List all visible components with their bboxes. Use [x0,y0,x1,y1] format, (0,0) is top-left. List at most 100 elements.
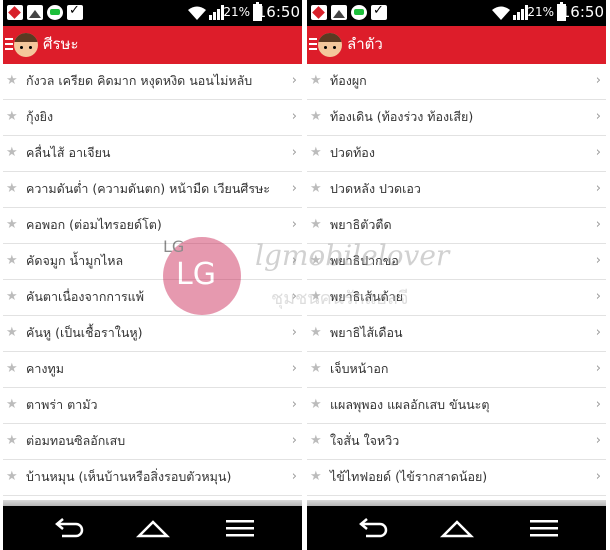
wifi-icon [188,6,206,20]
star-icon[interactable]: ★ [310,361,322,377]
list-item-label: ปวดท้อง [330,145,375,160]
home-icon[interactable] [439,514,475,542]
star-icon[interactable]: ★ [310,73,322,89]
wifi-icon [492,6,510,20]
list-item[interactable]: ★ คอพอก (ต่อมไทรอยด์โต) › [3,208,302,244]
star-icon[interactable]: ★ [6,253,18,269]
avatar[interactable] [318,33,342,57]
list-item[interactable]: ★ ไข้ไทฟอยด์ (ไข้รากสาดน้อย) › [307,460,606,496]
list-item[interactable]: ★ ใจสั่น ใจหวิว › [307,424,606,460]
list-item-label: แผลพุพอง แผลอักเสบ ขันนะตุ [330,397,490,412]
list-item[interactable]: ★ พยาธิตัวตืด › [307,208,606,244]
list-item[interactable]: ★ ท้องผูก › [307,64,606,100]
chevron-right-icon: › [595,217,601,232]
list-item[interactable]: ★ คัดจมูก น้ำมูกไหล › [3,244,302,280]
list-item[interactable]: ★ กุ้งยิง › [3,100,302,136]
clock: 16:50 [256,3,300,21]
avatar[interactable] [14,33,38,57]
navigation-bar [307,506,606,550]
list-item[interactable]: ★ แผลพุพอง แผลอักเสบ ขันนะตุ › [307,388,606,424]
list-item[interactable]: ★ ตาพร่า ตามัว › [3,388,302,424]
star-icon[interactable]: ★ [310,397,322,413]
list-item[interactable]: ★ บ้านหมุน (เห็นบ้านหรือสิ่งรอบตัวหมุน) › [3,460,302,496]
star-icon[interactable]: ★ [310,289,322,305]
menu-icon[interactable] [222,514,258,542]
battery-percent: 21% [527,5,554,19]
star-icon[interactable]: ★ [6,361,18,377]
list-item[interactable]: ★ คางทูม › [3,352,302,388]
chevron-right-icon: › [595,145,601,160]
chevron-right-icon: › [595,325,601,340]
symptom-list: ★ กังวล เครียด คิดมาก หงุดหงิด นอนไม่หลับ… [3,64,302,496]
back-icon[interactable] [354,514,390,542]
star-icon[interactable]: ★ [6,433,18,449]
chevron-right-icon: › [291,433,297,448]
hamburger-icon[interactable] [5,38,13,50]
list-item[interactable]: ★ พยาธิเส้นด้าย › [307,280,606,316]
app-bar: ศีรษะ [3,26,302,64]
page-title: ศีรษะ [43,35,79,53]
chevron-right-icon: › [595,253,601,268]
notification-check-icon [371,3,387,20]
list-item-label: กังวล เครียด คิดมาก หงุดหงิด นอนไม่หลับ [26,73,253,88]
star-icon[interactable]: ★ [6,181,18,197]
app-bar: ลำตัว [307,26,606,64]
list-item[interactable]: ★ คันหู (เป็นเชื้อราในหู) › [3,316,302,352]
list-item[interactable]: ★ ปวดหลัง ปวดเอว › [307,172,606,208]
list-item-label: บ้านหมุน (เห็นบ้านหรือสิ่งรอบตัวหมุน) [26,469,232,484]
star-icon[interactable]: ★ [310,253,322,269]
battery-percent: 21% [223,5,250,19]
list-item-label: พยาธิไส้เดือน [330,325,403,340]
list-item[interactable]: ★ เจ็บหน้าอก › [307,352,606,388]
chevron-right-icon: › [291,217,297,232]
notification-app-icon [311,5,327,20]
star-icon[interactable]: ★ [6,109,18,125]
star-icon[interactable]: ★ [6,469,18,485]
list-item-label: พยาธิตัวตืด [330,217,392,232]
page-title: ลำตัว [347,35,383,53]
list-item[interactable]: ★ คลื่นไส้ อาเจียน › [3,136,302,172]
chevron-right-icon: › [291,325,297,340]
list-item-label: คัดจมูก น้ำมูกไหล [26,253,124,268]
notification-app-icon [7,5,23,20]
star-icon[interactable]: ★ [310,217,322,233]
chevron-right-icon: › [595,361,601,376]
home-icon[interactable] [135,514,171,542]
clock: 16:50 [560,3,604,21]
list-item[interactable]: ★ ความดันต่ำ (ความดันตก) หน้ามืด เวียนศีร… [3,172,302,208]
star-icon[interactable]: ★ [310,325,322,341]
status-bar: 21% 16:50 [307,0,606,26]
notification-chat-icon [47,5,63,20]
menu-icon[interactable] [526,514,562,542]
list-item[interactable]: ★ ท้องเดิน (ท้องร่วง ท้องเสีย) › [307,100,606,136]
list-item[interactable]: ★ กังวล เครียด คิดมาก หงุดหงิด นอนไม่หลับ… [3,64,302,100]
notification-check-icon [67,3,83,20]
notification-image-icon [27,5,43,20]
signal-icon [209,5,224,20]
list-item-label: ความดันต่ำ (ความดันตก) หน้ามืด เวียนศีรษ… [26,181,271,196]
chevron-right-icon: › [595,181,601,196]
star-icon[interactable]: ★ [310,433,322,449]
list-item[interactable]: ★ คันตาเนื่องจากการแพ้ › [3,280,302,316]
list-item[interactable]: ★ พยาธิไส้เดือน › [307,316,606,352]
list-item[interactable]: ★ ปวดท้อง › [307,136,606,172]
chevron-right-icon: › [291,109,297,124]
star-icon[interactable]: ★ [6,217,18,233]
list-item[interactable]: ★ ต่อมทอนซิลอักเสบ › [3,424,302,460]
list-item-label: ตาพร่า ตามัว [26,397,98,412]
back-icon[interactable] [50,514,86,542]
star-icon[interactable]: ★ [6,145,18,161]
hamburger-icon[interactable] [309,38,317,50]
star-icon[interactable]: ★ [6,325,18,341]
star-icon[interactable]: ★ [310,469,322,485]
chevron-right-icon: › [595,469,601,484]
star-icon[interactable]: ★ [310,145,322,161]
star-icon[interactable]: ★ [310,109,322,125]
star-icon[interactable]: ★ [6,73,18,89]
list-item[interactable]: ★ พยาธิปากขอ › [307,244,606,280]
star-icon[interactable]: ★ [6,289,18,305]
list-item-label: คางทูม [26,361,64,376]
star-icon[interactable]: ★ [310,181,322,197]
star-icon[interactable]: ★ [6,397,18,413]
list-item-label: กุ้งยิง [26,109,54,124]
